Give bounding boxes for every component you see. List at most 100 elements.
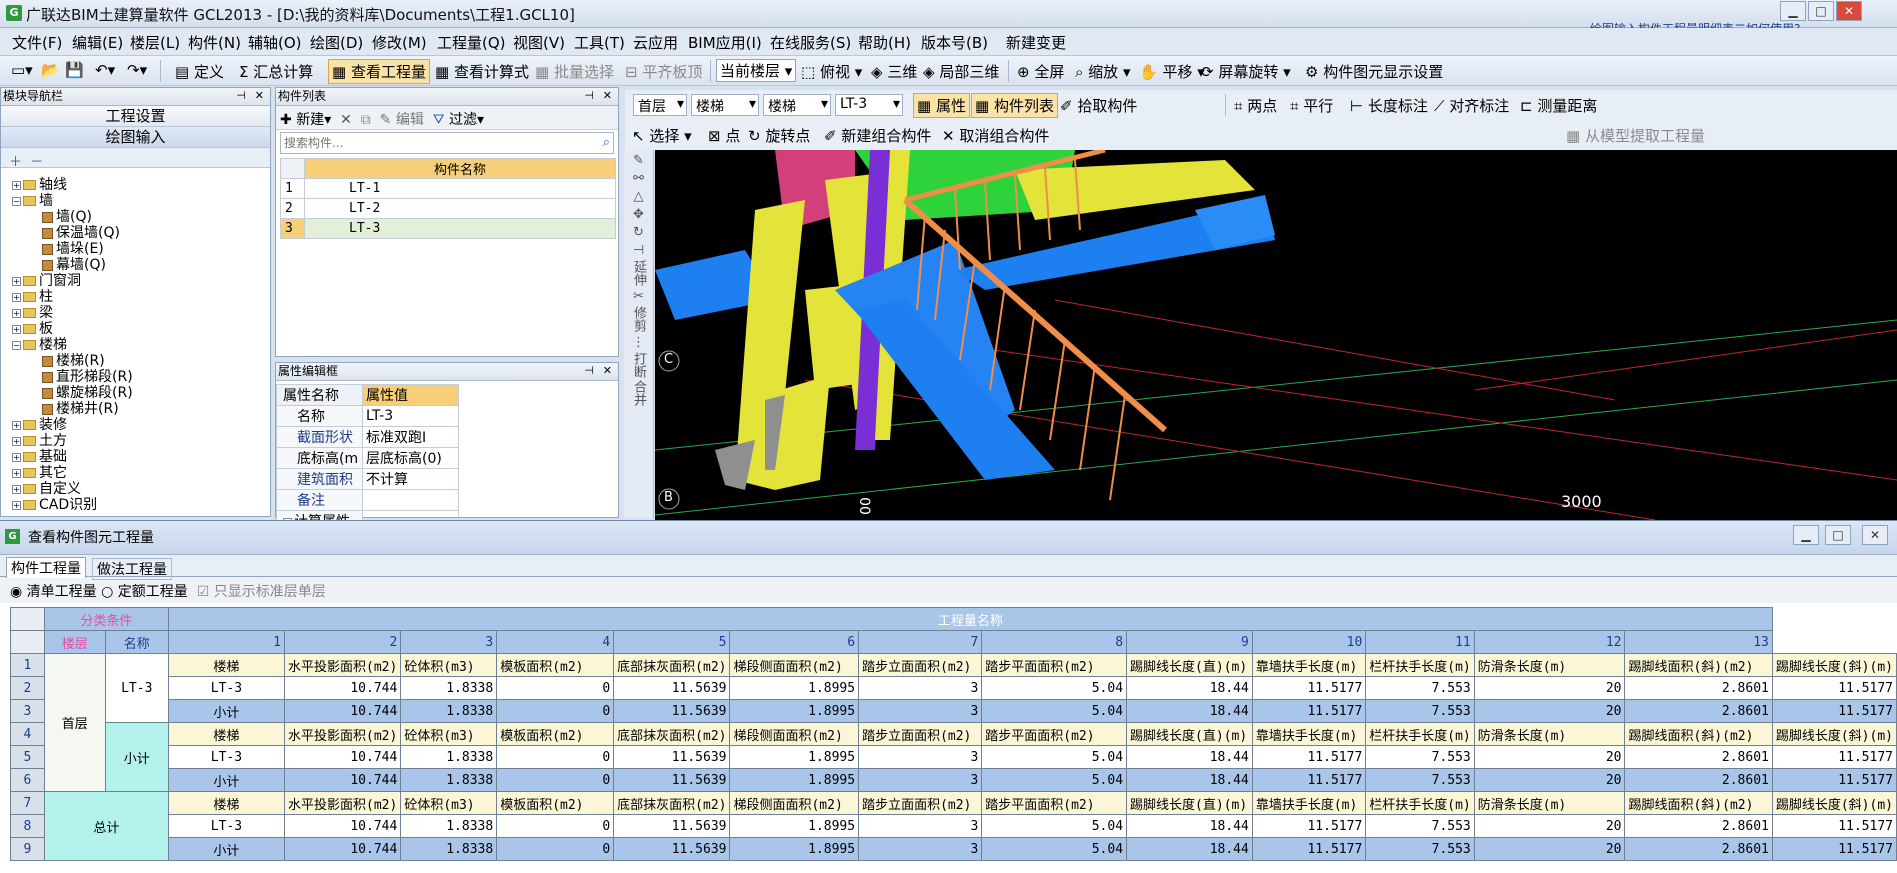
- component-row[interactable]: 1 LT-1: [280, 178, 616, 199]
- length-mark-button[interactable]: ⊢ 长度标注: [1347, 95, 1431, 116]
- new-group-button[interactable]: ✐ 新建组合构件: [821, 125, 934, 146]
- radio-list-qty[interactable]: ◉ 清单工程量: [10, 584, 97, 600]
- cancel-group-button[interactable]: ✕ 取消组合构件: [939, 125, 1052, 146]
- maximize-icon[interactable]: □: [1808, 1, 1834, 21]
- type-dropdown-1[interactable]: 楼梯 ▾: [691, 94, 759, 116]
- nav-tree-item[interactable]: + 轴线: [12, 178, 67, 193]
- table-row[interactable]: 8 LT-3 10.744 1.8338 0 11.5639 1.8995 3 5.04 18.4…: [10, 814, 1897, 838]
- expand-icon[interactable]: +: [12, 436, 21, 446]
- nav-tree-item[interactable]: 幕墙(Q): [42, 258, 106, 273]
- menu-axis[interactable]: 辅轴(O): [248, 32, 302, 53]
- zoom-button[interactable]: ⌕ 缩放 ▾: [1072, 61, 1134, 82]
- nav-tree-item[interactable]: + 其它: [12, 466, 67, 481]
- break-icon[interactable]: ⋮: [624, 335, 653, 350]
- trim-button[interactable]: 修剪: [629, 306, 648, 332]
- nav-close-icon[interactable]: ✕: [255, 89, 264, 102]
- menu-modify[interactable]: 修改(M): [372, 32, 427, 53]
- extend-button[interactable]: 延伸: [629, 260, 648, 286]
- summary-button[interactable]: Σ 汇总计算: [236, 61, 316, 82]
- table-row[interactable]: 6 小计 10.744 1.8338 0 11.5639 1.8995 3 5.04 18.44 1…: [10, 768, 1897, 792]
- local-3d-button[interactable]: ◈ 局部三维: [920, 61, 1002, 82]
- menu-online[interactable]: 在线服务(S): [770, 32, 851, 53]
- tab-method-qty[interactable]: 做法工程量: [92, 558, 172, 580]
- menu-quantity[interactable]: 工程量(Q): [437, 32, 506, 53]
- property-button[interactable]: ▦ 属性: [913, 93, 970, 118]
- menu-component[interactable]: 构件(N): [188, 32, 241, 53]
- undo-icon[interactable]: ↶▾: [92, 61, 118, 79]
- tab-component-qty[interactable]: 构件工程量: [6, 557, 86, 578]
- search-input[interactable]: [281, 133, 581, 153]
- extract-qty-button[interactable]: ▦ 从模型提取工程量: [1563, 125, 1708, 146]
- table-row[interactable]: 4 小计 楼梯 水平投影面积(m2) 砼体积(m3) 模板面积(m2) 底部抹灰面积(m2)…: [10, 722, 1897, 792]
- align-top-button[interactable]: ⊟ 平齐板顶: [622, 61, 705, 82]
- menu-help[interactable]: 帮助(H): [858, 32, 911, 53]
- nav-tree-item[interactable]: + 板: [12, 322, 53, 337]
- define-button[interactable]: ▤ 定义: [172, 61, 227, 82]
- expand-icon[interactable]: +: [12, 180, 21, 190]
- display-settings-button[interactable]: ⚙ 构件图元显示设置: [1302, 61, 1446, 82]
- rotate-icon[interactable]: ↻: [624, 225, 653, 240]
- component-dropdown[interactable]: LT-3 ▾: [835, 94, 903, 116]
- menu-bim[interactable]: BIM应用(I): [688, 32, 762, 53]
- brush-icon[interactable]: ✎: [624, 153, 653, 168]
- redo-icon[interactable]: ↷▾: [124, 61, 150, 79]
- break-button[interactable]: 打断: [629, 352, 648, 378]
- expand-icon[interactable]: +: [12, 500, 21, 510]
- trim-icon[interactable]: ✂: [624, 289, 653, 304]
- move-icon[interactable]: ✥: [624, 207, 653, 222]
- link-icon[interactable]: ⚯: [624, 171, 653, 186]
- top-view-button[interactable]: ⬚ 俯视 ▾: [798, 61, 865, 82]
- align-mark-button[interactable]: ⟋ 对齐标注: [1431, 95, 1512, 116]
- expand-icon[interactable]: +: [12, 484, 21, 494]
- component-row-selected[interactable]: 3 LT-3: [280, 218, 616, 239]
- new-file-icon[interactable]: ▭▾: [8, 61, 36, 79]
- menu-draw[interactable]: 绘图(D): [310, 32, 363, 53]
- nav-tree-item[interactable]: + 门窗洞: [12, 274, 81, 289]
- type-dropdown-2[interactable]: 楼梯 ▾: [763, 94, 831, 116]
- nav-tree-item[interactable]: + CAD识别: [12, 498, 97, 513]
- property-row[interactable]: 截面形状 标准双跑I: [276, 426, 459, 448]
- fullscreen-button[interactable]: ⊕ 全屏: [1014, 61, 1067, 82]
- nav-tree-item[interactable]: + 土方: [12, 434, 67, 449]
- nav-tree-item[interactable]: 保温墙(Q): [42, 226, 120, 241]
- checkbox-std-floor[interactable]: ☑ 只显示标准层单层: [197, 584, 326, 600]
- table-row[interactable]: 7 总计 楼梯 水平投影面积(m2) 砼体积(m3) 模板面积(m2) 底部抹灰面积(m2)…: [10, 791, 1897, 861]
- menu-file[interactable]: 文件(F): [12, 32, 62, 53]
- component-row[interactable]: 2 LT-2: [280, 198, 616, 219]
- collapse-all-icon[interactable]: －: [30, 155, 43, 170]
- nav-tree-item[interactable]: 螺旋梯段(R): [42, 386, 133, 401]
- two-point-button[interactable]: ⌗ 两点: [1231, 95, 1280, 116]
- menu-edit[interactable]: 编辑(E): [72, 32, 123, 53]
- search-icon[interactable]: ⌕: [603, 135, 610, 150]
- point-button[interactable]: ⊠ 点: [705, 125, 743, 146]
- nav-tree-item[interactable]: + 自定义: [12, 482, 81, 497]
- table-row[interactable]: 9 小计 10.744 1.8338 0 11.5639 1.8995 3 5.04 18.44 1…: [10, 837, 1897, 861]
- nav-tree-item[interactable]: − 楼梯: [12, 338, 67, 353]
- expand-icon[interactable]: +: [12, 276, 21, 286]
- property-value[interactable]: 标准双跑I: [362, 426, 459, 448]
- menu-floor[interactable]: 楼层(L): [130, 32, 180, 53]
- property-value[interactable]: LT-3: [362, 405, 459, 427]
- qwin-close-icon[interactable]: ✕: [1862, 525, 1888, 545]
- open-file-icon[interactable]: 📂: [38, 61, 63, 79]
- table-row[interactable]: 2 LT-3 10.744 1.8338 0 11.5639 1.8995 3 5.04 18.4…: [10, 676, 1897, 700]
- nav-tree-item[interactable]: 楼梯(R): [42, 354, 105, 369]
- expand-all-icon[interactable]: ＋: [9, 155, 22, 170]
- prop-close-icon[interactable]: ✕: [603, 364, 612, 377]
- property-value[interactable]: 不计算: [362, 468, 459, 490]
- merge-button[interactable]: 合并: [629, 380, 648, 406]
- nav-tree-item[interactable]: + 基础: [12, 450, 67, 465]
- select-button[interactable]: ↖ 选择 ▾: [629, 125, 695, 146]
- menu-tools[interactable]: 工具(T): [574, 32, 625, 53]
- save-icon[interactable]: 💾: [62, 61, 87, 79]
- menu-view[interactable]: 视图(V): [513, 32, 565, 53]
- property-row[interactable]: 建筑面积 不计算: [276, 468, 459, 490]
- list-close-icon[interactable]: ✕: [603, 89, 612, 102]
- expand-icon[interactable]: +: [12, 308, 21, 318]
- nav-tree-item[interactable]: + 装修: [12, 418, 67, 433]
- 3d-viewport[interactable]: C B 3000 00: [655, 150, 1897, 520]
- pan-button[interactable]: ✋ 平移 ▾: [1136, 61, 1208, 82]
- rotate-button[interactable]: ⟳ 屏幕旋转 ▾: [1198, 61, 1294, 82]
- edit-button[interactable]: ✎ 编辑: [380, 112, 424, 128]
- nav-tree-item[interactable]: 墙垛(E): [42, 242, 104, 257]
